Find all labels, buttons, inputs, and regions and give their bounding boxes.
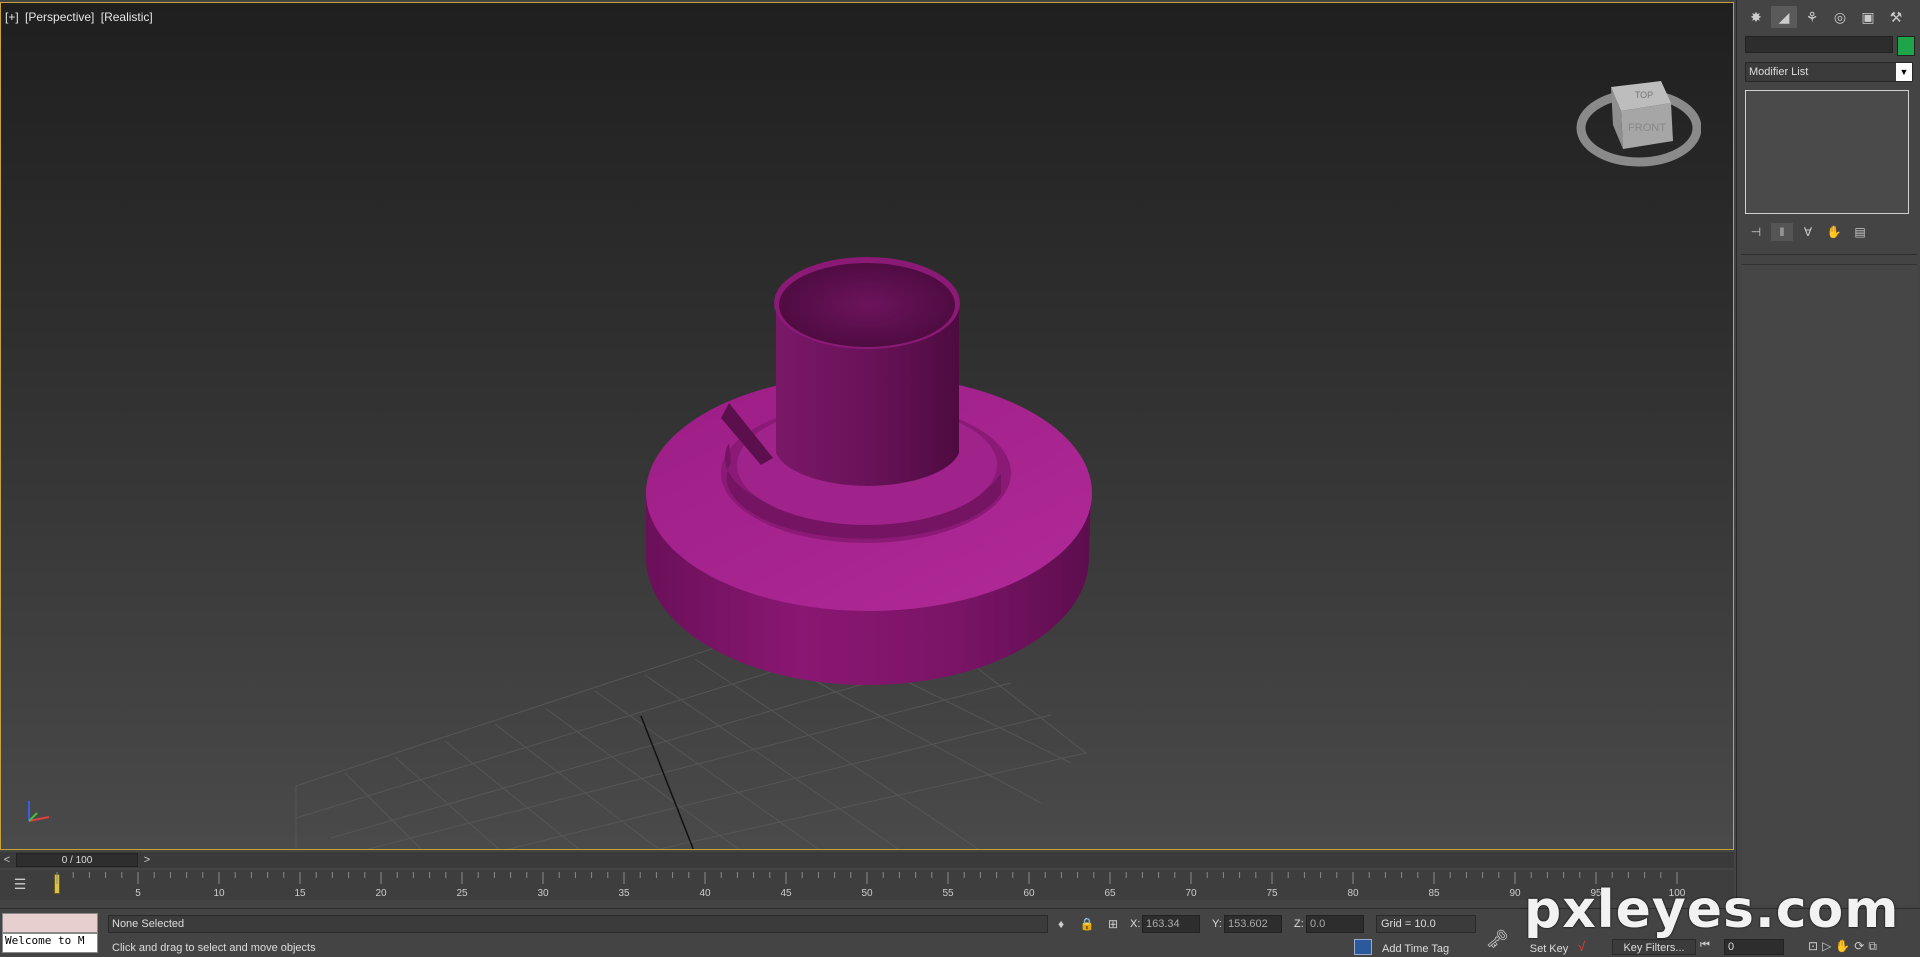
pan-hand-icon[interactable]: ✋ bbox=[1835, 939, 1850, 954]
ruler-tick-label: 20 bbox=[375, 888, 387, 899]
viewcube[interactable]: TOP FRONT bbox=[1571, 63, 1701, 173]
object-color-swatch[interactable] bbox=[1897, 36, 1915, 56]
ruler-tick-label: 55 bbox=[942, 888, 954, 899]
parameters-rollout bbox=[1741, 264, 1917, 905]
object-name-field[interactable] bbox=[1745, 36, 1893, 53]
pin-stack-icon[interactable]: ⊣ bbox=[1745, 223, 1767, 241]
perspective-viewport[interactable]: [+] [Perspective] [Realistic] TOP FRONT bbox=[0, 2, 1734, 850]
modifier-list-label: Modifier List bbox=[1749, 66, 1809, 78]
ruler-tick-label: 60 bbox=[1023, 888, 1035, 899]
command-panel: ✸ ◢ ⚘ ◎ ▣ ⚒ Modifier List ▼ ⊣ ‖ ∀ ✋ ▤ bbox=[1736, 0, 1920, 908]
ruler-tick-label: 40 bbox=[699, 888, 711, 899]
scene-render bbox=[295, 257, 1092, 849]
create-tab-icon[interactable]: ✸ bbox=[1743, 6, 1769, 28]
time-slider[interactable]: < 0 / 100 > bbox=[0, 852, 1734, 868]
ruler-tick-label: 30 bbox=[537, 888, 549, 899]
field-of-view-icon[interactable]: ▷ bbox=[1822, 939, 1831, 954]
x-label: X: bbox=[1130, 918, 1141, 930]
ruler-tick-label: 5 bbox=[135, 888, 141, 899]
divider bbox=[1741, 254, 1917, 255]
remove-modifier-icon[interactable]: ✋ bbox=[1823, 223, 1845, 241]
listener-input[interactable]: Welcome to M bbox=[2, 933, 98, 953]
show-end-result-icon[interactable]: ‖ bbox=[1771, 223, 1793, 241]
time-slider-next-button[interactable]: > bbox=[140, 852, 154, 868]
modify-tab-icon[interactable]: ◢ bbox=[1771, 6, 1797, 28]
z-coordinate-field[interactable]: 0.0 bbox=[1306, 915, 1364, 933]
time-slider-thumb[interactable]: 0 / 100 bbox=[16, 853, 138, 867]
ruler-tick-label: 90 bbox=[1509, 888, 1521, 899]
utilities-tab-icon[interactable]: ⚒ bbox=[1883, 6, 1909, 28]
lock-icon[interactable]: 🔒 bbox=[1078, 915, 1096, 933]
ruler-tick-label: 65 bbox=[1104, 888, 1116, 899]
curve-editor-icon[interactable]: ☰ bbox=[10, 874, 30, 894]
maxscript-listener[interactable]: Welcome to M bbox=[2, 913, 98, 953]
orbit-icon[interactable]: ⟳ bbox=[1854, 939, 1864, 954]
default-tangent-icon[interactable]: √ bbox=[1578, 939, 1585, 954]
y-label: Y: bbox=[1212, 918, 1222, 930]
display-tab-icon[interactable]: ▣ bbox=[1855, 6, 1881, 28]
add-time-tag-button[interactable]: Add Time Tag bbox=[1382, 943, 1449, 955]
x-coordinate-field[interactable]: 163.34 bbox=[1142, 915, 1200, 933]
trackbar[interactable]: ☰ 5 10 15 20 25 30 35 40 45 50 55 60 65 70 75 80 85 90 95 1… bbox=[0, 870, 1734, 900]
isolate-icon[interactable]: ♦ bbox=[1052, 915, 1070, 933]
ruler-tick-label: 25 bbox=[456, 888, 468, 899]
key-filters-button[interactable]: Key Filters... bbox=[1612, 939, 1696, 955]
playback-controls: ⏮ bbox=[1700, 939, 1710, 952]
ruler-tick-label: 10 bbox=[213, 888, 225, 899]
ruler-tick-label: 85 bbox=[1428, 888, 1440, 899]
chevron-down-icon[interactable]: ▼ bbox=[1896, 63, 1912, 81]
stack-toolbar: ⊣ ‖ ∀ ✋ ▤ bbox=[1745, 222, 1913, 242]
time-slider-prev-button[interactable]: < bbox=[0, 852, 14, 868]
grid-size-display: Grid = 10.0 bbox=[1376, 915, 1476, 933]
modifier-list-dropdown[interactable]: Modifier List ▼ bbox=[1745, 62, 1913, 82]
selection-status: None Selected bbox=[108, 915, 1048, 933]
z-label: Z: bbox=[1294, 918, 1304, 930]
trackbar-ruler: 5 10 15 20 25 30 35 40 45 50 55 60 65 70 75 80 85 90 95 100 bbox=[56, 872, 1686, 899]
ruler-tick-label: 50 bbox=[861, 888, 873, 899]
hierarchy-tab-icon[interactable]: ⚘ bbox=[1799, 6, 1825, 28]
time-tag-icon[interactable] bbox=[1354, 939, 1372, 955]
ruler-tick-label: 15 bbox=[294, 888, 306, 899]
set-key-button[interactable]: Set Key bbox=[1528, 941, 1570, 957]
go-to-start-icon[interactable]: ⏮ bbox=[1700, 939, 1710, 952]
make-unique-icon[interactable]: ∀ bbox=[1797, 223, 1819, 241]
ruler-tick-label: 70 bbox=[1185, 888, 1197, 899]
motion-tab-icon[interactable]: ◎ bbox=[1827, 6, 1853, 28]
current-frame-field[interactable]: 0 bbox=[1724, 939, 1784, 955]
command-panel-tabs: ✸ ◢ ⚘ ◎ ▣ ⚒ bbox=[1743, 6, 1909, 28]
ruler-tick-label: 75 bbox=[1266, 888, 1278, 899]
viewcube-front-label: FRONT bbox=[1628, 122, 1666, 134]
listener-output[interactable] bbox=[2, 913, 98, 933]
viewcube-top-label: TOP bbox=[1635, 90, 1653, 100]
maximize-viewport-icon[interactable]: ⧉ bbox=[1868, 939, 1877, 954]
ruler-tick-label: 35 bbox=[618, 888, 630, 899]
ruler-tick-label: 45 bbox=[780, 888, 792, 899]
modifier-stack[interactable] bbox=[1745, 90, 1909, 214]
prompt-line: Click and drag to select and move object… bbox=[112, 942, 316, 954]
viewport-navigation: ⊡ ▷ ✋ ⟳ ⧉ bbox=[1808, 939, 1877, 954]
ruler-tick-label: 80 bbox=[1347, 888, 1359, 899]
axis-tripod-icon bbox=[28, 801, 50, 822]
transform-mode-icon[interactable]: ⊞ bbox=[1104, 915, 1122, 933]
cylinder-inner bbox=[779, 263, 955, 347]
y-coordinate-field[interactable]: 153.602 bbox=[1224, 915, 1282, 933]
zoom-extents-icon[interactable]: ⊡ bbox=[1808, 939, 1818, 954]
key-icon[interactable]: 🗝 bbox=[1486, 929, 1509, 950]
watermark: pxleyes.com bbox=[1524, 880, 1900, 940]
configure-sets-icon[interactable]: ▤ bbox=[1849, 223, 1871, 241]
